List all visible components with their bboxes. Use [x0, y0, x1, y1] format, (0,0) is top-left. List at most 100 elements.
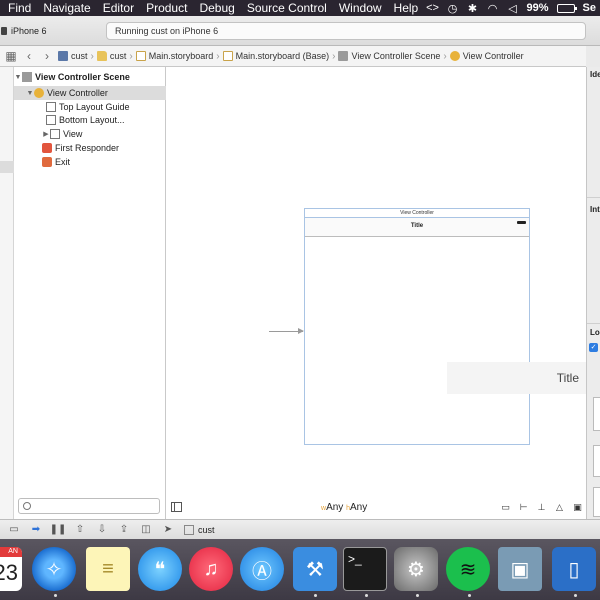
- debug-target[interactable]: cust: [184, 524, 215, 535]
- resolve-issues-icon[interactable]: △: [553, 501, 566, 513]
- messages-app-icon[interactable]: ❝: [138, 547, 182, 591]
- inspector-library-item[interactable]: [593, 445, 600, 477]
- back-chevron-icon[interactable]: ‹: [22, 49, 36, 63]
- layout-guide-icon: [46, 102, 56, 112]
- inspector-divider: [587, 197, 600, 198]
- resizing-icon[interactable]: ▣: [571, 501, 584, 513]
- menu-debug[interactable]: Debug: [193, 0, 240, 16]
- time-machine-icon[interactable]: ◷: [447, 2, 459, 15]
- xcode-app-icon[interactable]: ⚒: [293, 547, 337, 591]
- battery-icon[interactable]: [556, 3, 577, 13]
- document-outline: ▼ View Controller Scene ▼ View Controlle…: [14, 67, 166, 519]
- debug-target-label: cust: [198, 524, 215, 535]
- outline-row-first-responder[interactable]: First Responder: [14, 141, 166, 155]
- step-into-icon[interactable]: ⇩: [94, 523, 110, 537]
- outline-row-top-layout-guide[interactable]: Top Layout Guide: [14, 100, 166, 114]
- outline-label: First Responder: [55, 143, 120, 153]
- itunes-app-icon[interactable]: ♫: [189, 547, 233, 591]
- outline-row-exit[interactable]: Exit: [14, 155, 166, 169]
- running-indicator: [54, 594, 57, 597]
- project-icon: [58, 51, 68, 61]
- folder-icon: [96, 51, 107, 61]
- jump-segment-label: cust: [71, 51, 88, 61]
- view-debugger-icon[interactable]: ◫: [138, 523, 154, 537]
- outline-filter-input[interactable]: [18, 498, 160, 514]
- menu-bar: Find Navigate Editor Product Debug Sourc…: [0, 0, 600, 16]
- safari-app-icon[interactable]: ✧: [32, 547, 76, 591]
- navigator-selection: [0, 161, 14, 173]
- inspector-library-item[interactable]: [593, 487, 600, 517]
- scene-dock-title[interactable]: View Controller: [305, 209, 529, 218]
- app-store-app-icon[interactable]: Ⓐ: [240, 547, 284, 591]
- view-controller-icon: [34, 88, 44, 98]
- battery-icon: [517, 221, 526, 224]
- ios-simulator-app-icon[interactable]: ▯: [552, 547, 596, 591]
- outline-row-view-controller[interactable]: ▼ View Controller: [14, 86, 166, 100]
- inspector-library-item[interactable]: [593, 397, 600, 431]
- calendar-app-icon[interactable]: AN 23: [0, 547, 22, 591]
- jump-segment-group[interactable]: cust: [96, 51, 126, 61]
- document-outline-toggle-icon[interactable]: [171, 502, 182, 512]
- code-icon[interactable]: <>: [426, 2, 439, 14]
- bluetooth-icon[interactable]: ✱: [467, 2, 479, 15]
- first-responder-icon: [42, 143, 52, 153]
- scene-navigation-bar[interactable]: Title: [305, 218, 529, 237]
- spotify-app-icon[interactable]: ≋: [446, 547, 490, 591]
- stack-icon[interactable]: ▭: [499, 501, 512, 513]
- forward-chevron-icon[interactable]: ›: [40, 49, 54, 63]
- step-over-icon[interactable]: ⇧: [72, 523, 88, 537]
- outline-row-view[interactable]: ▶ View: [14, 127, 166, 141]
- jump-segment-storyboard[interactable]: Main.storyboard: [135, 51, 214, 61]
- jump-segment-storyboard-base[interactable]: Main.storyboard (Base): [222, 51, 329, 61]
- battery-percent: 99%: [526, 2, 549, 14]
- view-controller-scene[interactable]: View Controller Title: [304, 208, 530, 445]
- jump-segment-view-controller[interactable]: View Controller: [449, 51, 524, 61]
- menu-source-control[interactable]: Source Control: [241, 0, 333, 16]
- menu-product[interactable]: Product: [140, 0, 193, 16]
- pin-icon[interactable]: ⊥: [535, 501, 548, 513]
- menu-navigate[interactable]: Navigate: [37, 0, 96, 16]
- iphone-icon: [1, 27, 7, 35]
- disclosure-open-icon[interactable]: ▼: [14, 74, 22, 81]
- title-popover: Title: [447, 362, 586, 394]
- disclosure-open-icon[interactable]: ▼: [26, 90, 34, 97]
- view-icon: [50, 129, 60, 139]
- outline-label: View Controller: [47, 88, 108, 98]
- running-indicator: [314, 594, 317, 597]
- size-class-control[interactable]: wAny hAny: [321, 502, 367, 513]
- initial-view-controller-arrow[interactable]: [269, 328, 304, 334]
- jump-segment-project[interactable]: cust: [58, 51, 88, 61]
- navigation-title: Title: [410, 223, 424, 229]
- menu-help[interactable]: Help: [388, 0, 425, 16]
- notes-app-icon[interactable]: ≡: [86, 547, 130, 591]
- menu-editor[interactable]: Editor: [97, 0, 140, 16]
- outline-row-bottom-layout-guide[interactable]: Bottom Layout...: [14, 113, 166, 127]
- menu-window[interactable]: Window: [333, 0, 388, 16]
- hide-debug-area-icon[interactable]: ▭: [6, 523, 22, 537]
- related-items-icon[interactable]: ▦: [4, 49, 18, 63]
- menu-find[interactable]: Find: [0, 0, 37, 16]
- size-class-w-value: Any: [326, 502, 344, 513]
- pause-icon[interactable]: ❚❚: [50, 523, 67, 537]
- breakpoints-icon[interactable]: ➡: [28, 523, 44, 537]
- storyboard-canvas[interactable]: View Controller Title wAny hAny ▭ ⊢ ⊥ △ …: [166, 67, 586, 519]
- inspector-panel: Ide Int Lo ✓: [586, 67, 600, 519]
- localization-checkbox[interactable]: ✓: [589, 343, 598, 352]
- scheme-device-selector[interactable]: iPhone 6: [0, 23, 47, 39]
- disclosure-closed-icon[interactable]: ▶: [42, 130, 50, 138]
- terminal-app-icon[interactable]: >_: [343, 547, 387, 591]
- chevron-right-icon: ›: [332, 50, 336, 62]
- photo-app-icon[interactable]: ▣: [498, 547, 542, 591]
- clock-partial[interactable]: Se: [583, 2, 596, 14]
- volume-icon[interactable]: ◁: [507, 2, 519, 15]
- wifi-icon[interactable]: ◠: [487, 2, 499, 15]
- jump-segment-scene[interactable]: View Controller Scene: [338, 51, 440, 61]
- system-preferences-app-icon[interactable]: ⚙: [394, 547, 438, 591]
- navigator-edge: [0, 67, 14, 519]
- dock: AN 23 ✧ ≡ ❝ ♫ Ⓐ ⚒ >_ ⚙ ≋ ▣ ▯: [0, 539, 600, 600]
- align-icon[interactable]: ⊢: [517, 501, 530, 513]
- outline-row-scene[interactable]: ▼ View Controller Scene: [14, 70, 166, 84]
- location-icon[interactable]: ➤: [160, 523, 176, 537]
- step-out-icon[interactable]: ⇪: [116, 523, 132, 537]
- jump-segment-label: Main.storyboard: [148, 51, 214, 61]
